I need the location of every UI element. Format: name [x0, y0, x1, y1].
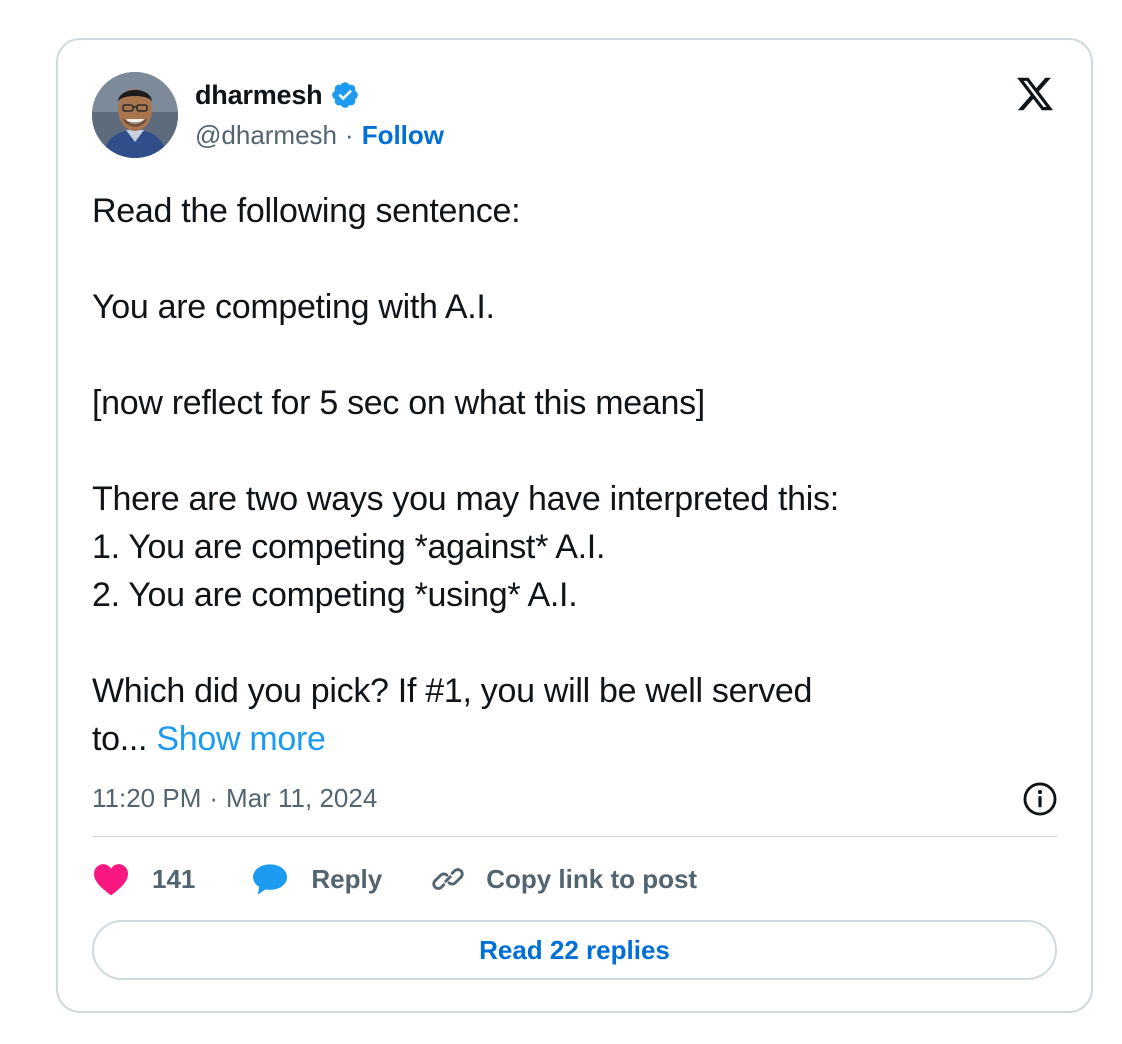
tweet-line: Read the following sentence:: [92, 192, 521, 230]
handle[interactable]: @dharmesh: [195, 120, 337, 151]
tweet-line-last: to... Show more: [92, 715, 1012, 763]
author-name-row: dharmesh: [195, 78, 360, 112]
copy-link-label: Copy link to post: [486, 863, 698, 894]
tweet-line: 1. You are competing *against* A.I.: [92, 528, 606, 566]
link-icon: [432, 868, 464, 890]
display-name[interactable]: dharmesh: [195, 80, 323, 111]
show-more-link[interactable]: Show more: [156, 720, 326, 758]
speech-bubble-icon: [253, 864, 288, 895]
info-icon[interactable]: [1021, 780, 1059, 818]
timestamp[interactable]: 11:20 PM · Mar 11, 2024: [92, 778, 377, 818]
tweet-text: Read the following sentence: You are com…: [92, 187, 1012, 763]
follow-button[interactable]: Follow: [362, 120, 444, 151]
reply-label: Reply: [311, 863, 383, 894]
read-replies-button[interactable]: Read 22 replies: [92, 920, 1057, 980]
date: Mar 11, 2024: [226, 782, 378, 813]
verified-badge-icon: [332, 82, 359, 108]
separator: ·: [345, 119, 354, 150]
action-bar: 141 Reply Copy link to post: [92, 856, 697, 902]
avatar-image: [92, 72, 178, 158]
tweet-line: 2. You are competing *using* A.I.: [92, 576, 578, 614]
separator: ·: [209, 782, 219, 813]
tweet-line: There are two ways you may have interpre…: [92, 480, 839, 518]
like-count: 141: [152, 863, 196, 894]
avatar[interactable]: [92, 72, 178, 158]
reply-button[interactable]: Reply: [251, 862, 382, 896]
copy-link-button[interactable]: Copy link to post: [430, 861, 697, 897]
time: 11:20 PM: [92, 782, 202, 813]
author-handle-row: @dharmesh · Follow: [195, 118, 444, 152]
x-logo-icon[interactable]: [1013, 74, 1057, 114]
tweet-line: [now reflect for 5 sec on what this mean…: [92, 384, 705, 422]
heart-icon: [94, 864, 128, 896]
tweet-line: You are competing with A.I.: [92, 288, 495, 326]
divider: [92, 836, 1057, 837]
tweet-line: Which did you pick? If #1, you will be w…: [92, 672, 813, 710]
like-button[interactable]: 141: [92, 862, 195, 896]
truncated-text: to...: [92, 720, 148, 758]
tweet-card: dharmesh @dharmesh · Follow Read the fol…: [56, 38, 1093, 1013]
